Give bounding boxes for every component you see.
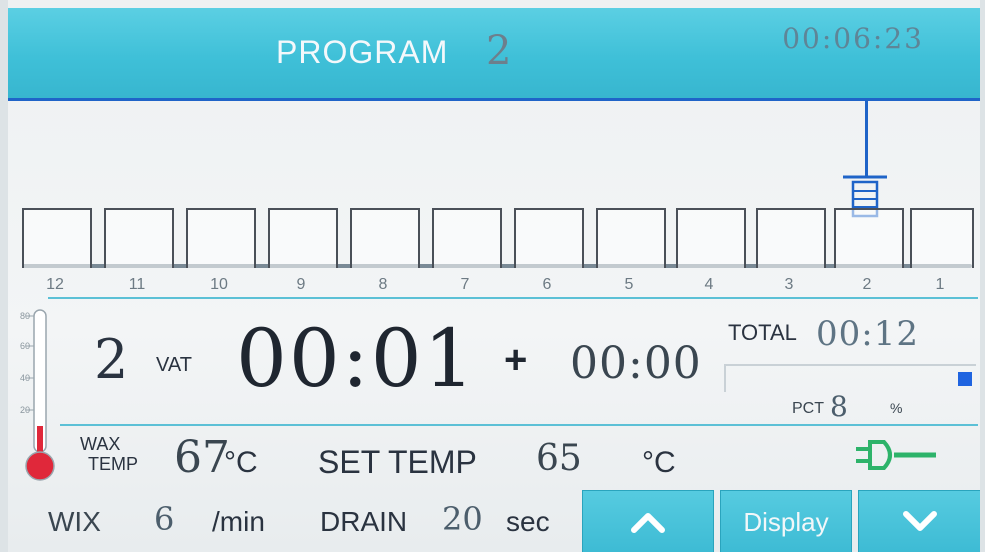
wax-temp-unit: °C	[224, 446, 258, 479]
pct-label: PCT	[792, 400, 824, 417]
mix-label: WIX	[48, 506, 101, 537]
vat-number: 2	[862, 276, 872, 293]
vat-number: 1	[935, 276, 945, 293]
total-label: TOTAL	[728, 320, 797, 345]
chevron-down-icon	[903, 511, 937, 531]
thermo-tick: 60	[20, 341, 30, 351]
vat-1[interactable]	[910, 208, 974, 268]
vat-10[interactable]	[186, 208, 256, 268]
scroll-down-button[interactable]	[858, 490, 980, 552]
wax-temp-label: WAX TEMP	[80, 434, 138, 474]
set-temp-label: SET TEMP	[318, 444, 477, 480]
drain-label: DRAIN	[320, 506, 408, 537]
progress-fill	[958, 372, 972, 386]
vat-number: 3	[784, 276, 794, 293]
vat-number: 8	[378, 276, 388, 293]
total-time: 00:12	[816, 314, 919, 354]
wax-label-line: WAX	[80, 434, 121, 454]
wax-temp-value: 67	[174, 432, 230, 483]
program-number[interactable]: 2	[486, 28, 511, 74]
vat-number: 7	[460, 276, 470, 293]
vat-3[interactable]	[756, 208, 826, 268]
vat-2[interactable]	[834, 208, 904, 268]
thermo-tick: 20	[20, 405, 30, 415]
drain-value[interactable]: 20	[442, 500, 483, 538]
divider	[60, 424, 978, 426]
divider	[48, 297, 978, 299]
pump-icon	[856, 440, 936, 470]
pct-value: 8	[830, 390, 848, 423]
vat-number: 12	[46, 276, 64, 293]
program-label: PROGRAM	[276, 34, 449, 70]
vat-7[interactable]	[432, 208, 502, 268]
instrument-screen: PROGRAM 2 00:06:23 12 11 10 9 8 7 6 5 4 …	[8, 0, 980, 552]
vat-number: 6	[542, 276, 552, 293]
vat-number: 5	[624, 276, 634, 293]
set-temp-unit: °C	[642, 446, 676, 479]
vat-8[interactable]	[350, 208, 420, 268]
mix-unit: /min	[212, 506, 265, 537]
vat-9[interactable]	[268, 208, 338, 268]
vat-row: 12 11 10 9 8 7 6 5 4 3 2 1	[8, 206, 980, 296]
drain-unit: sec	[506, 506, 550, 537]
vat-number: 10	[210, 276, 228, 293]
chevron-up-icon	[631, 513, 665, 533]
scroll-up-button[interactable]	[582, 490, 714, 552]
thermo-tick: 40	[20, 373, 30, 383]
mix-value[interactable]: 6	[154, 500, 174, 538]
extra-time: 00:00	[570, 338, 702, 389]
vat-label: VAT	[156, 354, 192, 376]
vat-5[interactable]	[596, 208, 666, 268]
vat-number: 11	[128, 276, 146, 293]
set-temp-value[interactable]: 65	[536, 438, 582, 479]
vat-12[interactable]	[22, 208, 92, 268]
pct-unit: %	[890, 400, 903, 416]
progress-bar	[724, 364, 976, 392]
clock-display: 00:06:23	[782, 22, 924, 55]
thermometer-icon: 80 60 40 20	[20, 309, 55, 481]
display-button[interactable]: Display	[720, 490, 852, 552]
vat-number: 4	[704, 276, 714, 293]
vat-number: 9	[296, 276, 306, 293]
vat-4[interactable]	[676, 208, 746, 268]
wax-label-line: TEMP	[88, 454, 139, 474]
plus-sign: +	[504, 338, 528, 382]
vat-11[interactable]	[104, 208, 174, 268]
current-vat-number: 2	[94, 328, 129, 391]
header-bar: PROGRAM 2 00:06:23	[8, 8, 980, 101]
carrier-line	[865, 98, 868, 176]
elapsed-time: 00:01	[236, 312, 477, 405]
vat-6[interactable]	[514, 208, 584, 268]
thermo-tick: 80	[20, 311, 30, 321]
